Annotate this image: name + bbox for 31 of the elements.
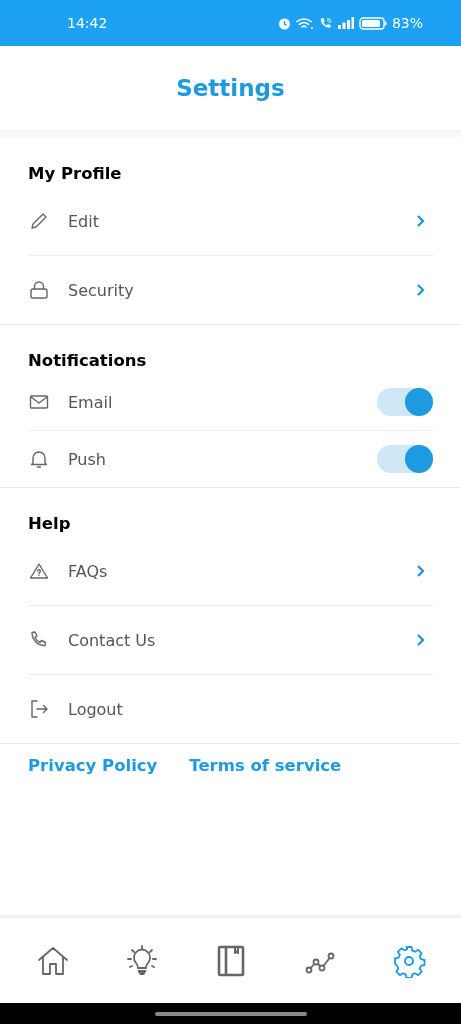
toggle-switch[interactable] — [377, 445, 433, 473]
item-label[interactable]: Contact Us — [68, 630, 415, 650]
battery-percentage: 83% — [391, 15, 423, 31]
home-indicator[interactable] — [154, 1011, 307, 1016]
item-label[interactable]: Push — [68, 449, 377, 469]
item-label[interactable]: FAQs — [68, 561, 415, 581]
clock-time: 14:42 — [67, 15, 108, 31]
page-title: Settings — [176, 75, 285, 101]
toggle-switch[interactable] — [377, 388, 433, 416]
item-label[interactable]: Logout — [68, 699, 433, 719]
item-label[interactable]: Edit — [68, 211, 415, 231]
chevron-icon[interactable] — [415, 564, 425, 578]
signal-icon — [337, 17, 354, 29]
settings-icon[interactable] — [391, 943, 426, 978]
lock-icon — [28, 279, 50, 301]
chevron-icon[interactable] — [415, 214, 425, 228]
logout-icon — [28, 698, 50, 720]
item-label[interactable]: Security — [68, 280, 415, 300]
section-heading: My Profile — [28, 163, 123, 185]
alarm-icon — [277, 16, 291, 30]
bell-icon — [28, 448, 50, 470]
section-heading: Help — [28, 513, 72, 535]
call-icon — [318, 16, 333, 30]
chevron-icon[interactable] — [415, 633, 425, 647]
battery-icon — [358, 16, 387, 30]
lightbulb-icon[interactable] — [124, 943, 159, 978]
section-heading: Notifications — [28, 350, 148, 372]
item-label[interactable]: Email — [68, 392, 377, 412]
warning-icon — [28, 560, 50, 582]
chevron-icon[interactable] — [415, 283, 425, 297]
wifi-icon — [295, 16, 314, 30]
